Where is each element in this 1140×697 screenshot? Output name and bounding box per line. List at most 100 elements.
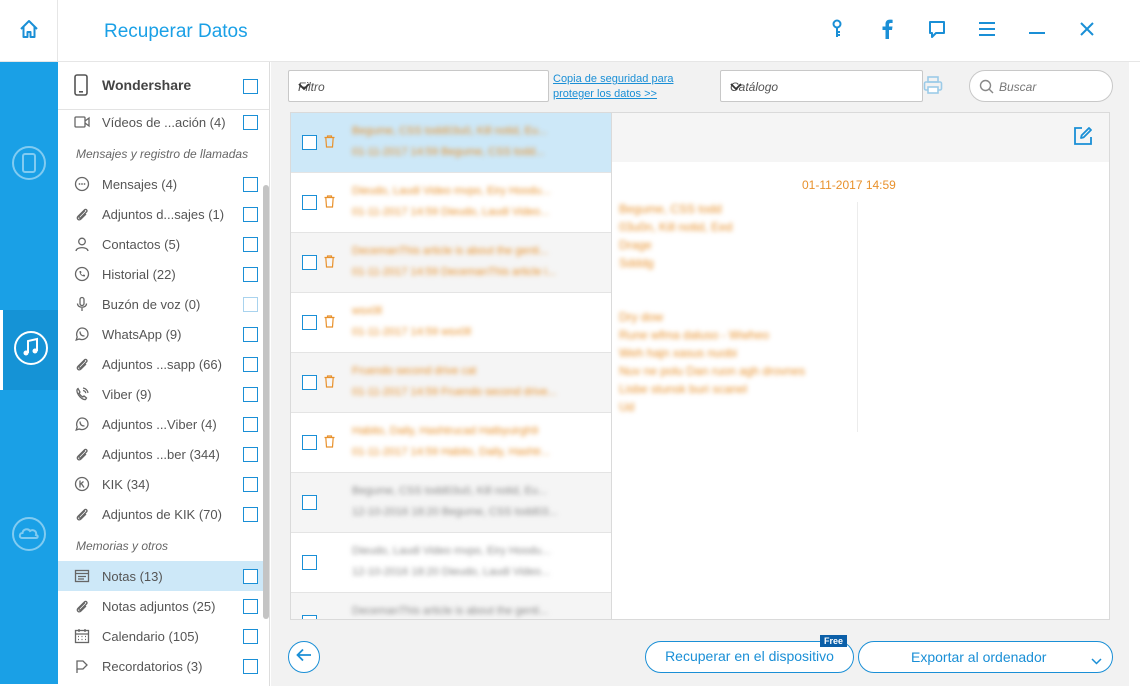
category-checkbox[interactable] — [243, 507, 258, 522]
sidebar-item[interactable]: Adjuntos d...sajes (1) — [58, 199, 263, 229]
export-to-computer-button[interactable]: Exportar al ordenador — [858, 641, 1113, 673]
menu-button[interactable] — [962, 11, 1012, 51]
backup-link[interactable]: Copia de seguridad para proteger los dat… — [553, 72, 713, 102]
back-button[interactable] — [288, 641, 320, 673]
home-icon — [18, 18, 40, 45]
detail-line: 03u0n, Kill notid, Eed — [619, 220, 733, 234]
message-row[interactable]: Habito, Daily, Hashtrucad Hatbyuirgh9 01-… — [291, 413, 611, 473]
sidebar-item[interactable]: Adjuntos ...sapp (66) — [58, 349, 263, 379]
sidebar-item-label: Mensajes (4) — [102, 177, 178, 192]
message-checkbox[interactable] — [302, 555, 317, 570]
category-checkbox[interactable] — [243, 629, 258, 644]
category-checkbox[interactable] — [243, 659, 258, 674]
device-select-all-checkbox[interactable] — [243, 79, 258, 94]
category-checkbox[interactable] — [243, 477, 258, 492]
sidebar-item[interactable]: Historial (22) — [58, 259, 263, 289]
print-icon[interactable] — [923, 76, 943, 99]
message-checkbox[interactable] — [302, 495, 317, 510]
category-checkbox[interactable] — [243, 115, 258, 130]
catalog-dropdown[interactable]: Catálogo — [720, 70, 923, 102]
sidebar-item[interactable]: Mensajes (4) — [58, 169, 263, 199]
category-checkbox[interactable] — [243, 207, 258, 222]
device-row[interactable]: Wondershare — [58, 62, 269, 110]
reminder-icon — [74, 658, 90, 674]
message-row[interactable]: Begume, CSS todd03u0, Kill notid, Eu... 0… — [291, 113, 611, 173]
category-scrollbar[interactable] — [263, 185, 269, 619]
category-checkbox[interactable] — [243, 599, 258, 614]
facebook-button[interactable] — [862, 11, 912, 51]
category-checkbox[interactable] — [243, 387, 258, 402]
category-checkbox[interactable] — [243, 327, 258, 342]
detail-line — [619, 272, 859, 290]
message-checkbox[interactable] — [302, 435, 317, 450]
sidebar-item[interactable]: Calendario (105) — [58, 621, 263, 651]
message-checkbox[interactable] — [302, 255, 317, 270]
message-checkbox[interactable] — [302, 615, 317, 619]
key-button[interactable] — [812, 11, 862, 51]
chevron-down-icon[interactable] — [1091, 652, 1102, 668]
message-preview: Dieudo, Laudi Video mvpo, Eiry Hoodu... — [352, 185, 551, 197]
detail-line: Begume, CSS todd — [619, 202, 722, 216]
message-checkbox[interactable] — [302, 195, 317, 210]
detail-date: 01-11-2017 14:59 — [802, 178, 896, 192]
music-restore-icon — [12, 329, 50, 372]
sidebar-item-label: Historial (22) — [102, 267, 176, 282]
search-input[interactable]: Buscar — [999, 80, 1036, 94]
minimize-button[interactable] — [1012, 11, 1062, 51]
search-box[interactable]: Buscar — [969, 70, 1113, 102]
message-timestamp: 01-11-2017 14:59 Begume, CSS todd... — [352, 146, 545, 158]
message-row[interactable]: wsx0ll 01-11-2017 14:59 wsx0ll — [291, 293, 611, 353]
notes-icon — [74, 568, 90, 584]
message-row[interactable]: Fruendo second drive cat 01-11-2017 14:59… — [291, 353, 611, 413]
message-checkbox[interactable] — [302, 135, 317, 150]
sidebar-item[interactable]: Viber (9) — [58, 379, 263, 409]
kik-icon — [74, 476, 90, 492]
sidebar-item-videos[interactable]: Vídeos de ...ación (4) — [58, 107, 263, 137]
window-right-edge — [1129, 62, 1140, 686]
sidebar-item[interactable]: WhatsApp (9) — [58, 319, 263, 349]
close-button[interactable] — [1062, 11, 1112, 51]
message-checkbox[interactable] — [302, 315, 317, 330]
message-row[interactable]: DecemanThis article is about the genti..… — [291, 593, 611, 619]
sidebar-item[interactable]: Contactos (5) — [58, 229, 263, 259]
category-checkbox[interactable] — [243, 569, 258, 584]
category-checkbox[interactable] — [243, 267, 258, 282]
category-checkbox[interactable] — [243, 447, 258, 462]
message-row[interactable]: Dieudo, Laudi Video mvpo, Eiry Hoodu... 0… — [291, 173, 611, 233]
sidebar-item[interactable]: Notas adjuntos (25) — [58, 591, 263, 621]
sidebar-item[interactable]: Adjuntos ...ber (344) — [58, 439, 263, 469]
detail-line — [619, 290, 859, 308]
sidebar-item[interactable]: Notas (13) — [58, 561, 263, 591]
edit-icon[interactable] — [1073, 126, 1093, 151]
sidebar-item-label: Adjuntos d...sajes (1) — [102, 207, 225, 222]
paperclip-icon — [74, 446, 90, 462]
category-checkbox[interactable] — [243, 417, 258, 432]
sidebar-item[interactable]: Recordatorios (3) — [58, 651, 263, 681]
category-checkbox[interactable] — [243, 237, 258, 252]
sidebar-item[interactable]: Buzón de voz (0) — [58, 289, 263, 319]
whatsapp-icon — [74, 326, 90, 342]
rail-cloud-restore[interactable] — [0, 496, 58, 576]
sidebar-item[interactable]: Adjuntos ...Viber (4) — [58, 409, 263, 439]
message-row[interactable]: DecemanThis article is about the genti..… — [291, 233, 611, 293]
sidebar-item[interactable]: KIK (34) — [58, 469, 263, 499]
free-badge: Free — [820, 635, 848, 647]
sidebar-item-label: Adjuntos ...ber (344) — [102, 447, 220, 462]
feedback-button[interactable] — [912, 11, 962, 51]
message-checkbox[interactable] — [302, 375, 317, 390]
filter-dropdown[interactable]: Filtro — [288, 70, 549, 102]
message-row[interactable]: Begume, CSS todd03u0, Kill notid, Eu... 1… — [291, 473, 611, 533]
message-preview: DecemanThis article is about the genti..… — [352, 245, 549, 257]
sidebar-item[interactable]: Adjuntos de KIK (70) — [58, 499, 263, 529]
category-checkbox[interactable] — [243, 357, 258, 372]
category-checkbox[interactable] — [243, 177, 258, 192]
message-timestamp: 01-11-2017 14:59 Fruendo second drive... — [352, 386, 557, 398]
calendar-icon — [74, 628, 90, 644]
cloud-restore-icon — [10, 515, 48, 558]
category-checkbox[interactable] — [243, 297, 258, 312]
message-row[interactable]: Dieudo, Laudi Video mvpo, Eiry Hoodu... 1… — [291, 533, 611, 593]
message-timestamp: 12-10-2016 18:20 Dieudo, Laudi Video... — [352, 566, 550, 578]
rail-music-restore[interactable] — [0, 310, 58, 390]
rail-device-restore[interactable] — [0, 125, 58, 205]
home-button[interactable] — [0, 0, 58, 62]
